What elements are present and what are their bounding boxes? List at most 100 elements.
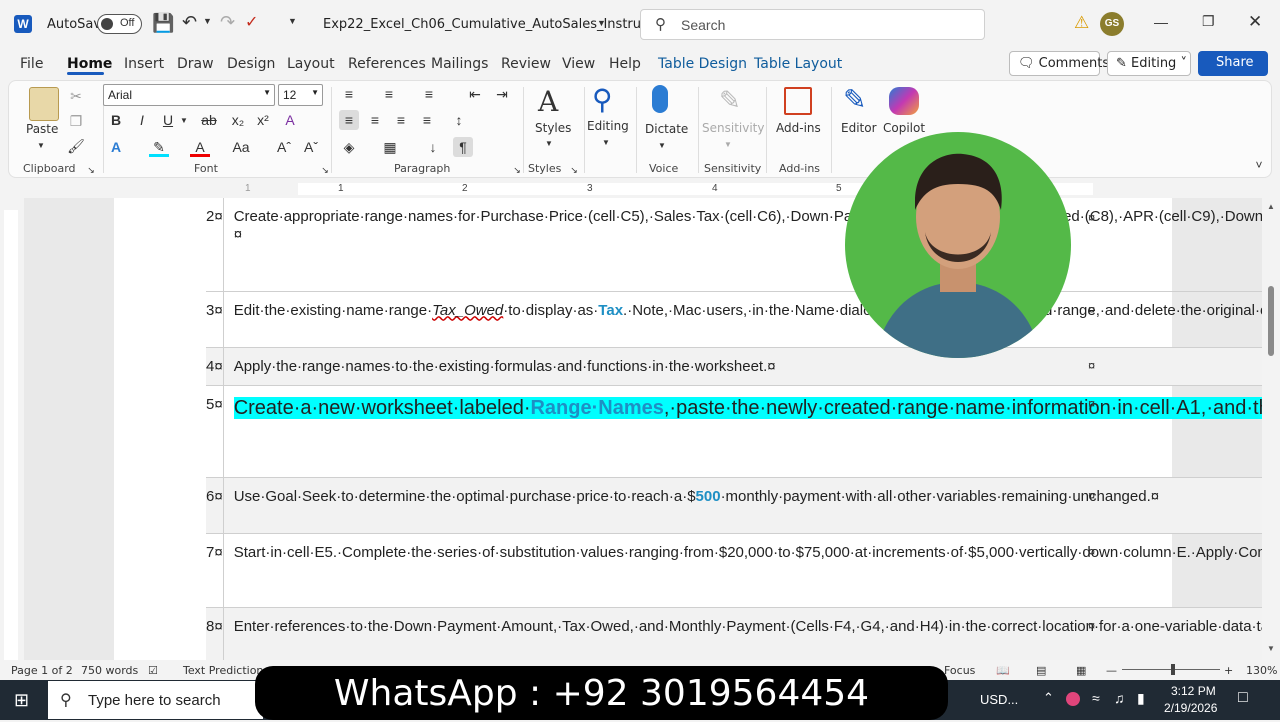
increase-indent-icon[interactable]: ⇥ [492,84,512,104]
step-text[interactable]: Start·in·cell·E5.·Complete·the·series·of… [223,533,1262,607]
table-row[interactable]: 6¤ Use·Goal·Seek·to·determine·the·optima… [206,477,1262,533]
wifi-icon[interactable]: ≈ [1092,690,1100,706]
table-row[interactable]: 2¤ Create·appropriate·range·names·for·Pu… [206,198,1262,291]
sort-icon[interactable]: ↓ [423,137,443,157]
highlight-icon[interactable]: ✎ [149,137,169,157]
redo-icon[interactable]: ↷ [220,12,235,33]
minimize-icon[interactable]: — [1154,14,1168,30]
table-row[interactable]: 7¤ Start·in·cell·E5.·Complete·the·series… [206,533,1262,607]
warning-icon[interactable]: ⚠ [1074,13,1089,33]
styles-launcher-icon[interactable]: ↘ [564,160,584,180]
font-color-icon[interactable]: A [190,137,210,157]
borders-icon[interactable]: ▦ [380,137,400,157]
search-box[interactable]: ⚲ Search [640,9,985,40]
record-icon[interactable] [1066,692,1080,706]
tab-table-layout[interactable]: Table Layout [754,56,842,72]
tab-references[interactable]: References [348,56,426,72]
avatar[interactable]: GS [1100,12,1124,36]
zoom-level[interactable]: 130% [1246,664,1277,677]
sensitivity-button[interactable]: Sensitivity [702,121,764,135]
tab-design[interactable]: Design [227,56,275,72]
font-size-field[interactable]: 12 ▼ [278,84,323,106]
bullets-icon[interactable]: ≡ [339,84,359,104]
tab-draw[interactable]: Draw [177,56,214,72]
align-center-icon[interactable]: ≡ [365,110,385,130]
word-count[interactable]: 750 words [81,664,138,677]
tab-table-design[interactable]: Table Design [658,56,747,72]
customize-dropdown-icon[interactable]: ▼ [288,16,297,26]
scroll-down-icon[interactable]: ▼ [1267,644,1275,653]
editor-icon[interactable]: ✎ [843,83,866,116]
step-text[interactable]: Create·appropriate·range·names·for·Purch… [223,198,1262,291]
vertical-scrollbar[interactable]: ▲ ▼ [1264,198,1280,660]
tab-home[interactable]: Home [67,56,112,72]
align-right-icon[interactable]: ≡ [391,110,411,130]
paste-dropdown-icon[interactable]: ▼ [31,136,51,156]
change-case-icon[interactable]: Aa [231,137,251,157]
collapse-ribbon-icon[interactable]: ˅ [1249,155,1269,175]
focus-button[interactable]: Focus [944,664,975,677]
tab-file[interactable]: File [20,56,43,72]
step-text[interactable]: Enter·references·to·the·Down·Payment·Amo… [223,607,1262,660]
clock-time[interactable]: 3:12 PM [1171,684,1216,698]
table-row[interactable]: 5¤ Create·a·new·worksheet·labeled·Range·… [206,385,1262,477]
microphone-icon[interactable] [652,85,668,113]
underline-dropdown-icon[interactable]: ▼ [174,111,194,131]
sensitivity-icon[interactable]: ✎ [719,85,741,116]
superscript-icon[interactable]: x² [253,110,273,130]
table-row[interactable]: 3¤ Edit·the·existing·name·range·Tax_Owed… [206,291,1262,347]
paste-icon[interactable] [29,87,59,121]
copy-icon[interactable]: ❐ [66,111,86,131]
editing-dropdown-icon[interactable]: ▼ [596,133,616,153]
step-text-highlighted[interactable]: Create·a·new·worksheet·labeled·Range·Nam… [223,385,1262,477]
comments-button[interactable]: 🗨 Comments [1009,51,1109,76]
shading-icon[interactable]: ◈ [339,137,359,157]
clear-formatting-icon[interactable]: A [280,110,300,130]
read-mode-icon[interactable]: 📖 [996,664,1010,677]
volume-icon[interactable]: ♫ [1114,690,1125,706]
zoom-out-icon[interactable]: — [1106,664,1117,677]
cut-icon[interactable]: ✂ [66,86,86,106]
styles-dropdown-icon[interactable]: ▼ [539,134,559,154]
web-layout-icon[interactable]: ▦ [1076,664,1086,677]
tab-help[interactable]: Help [609,56,641,72]
battery-icon[interactable]: ▮ [1137,690,1145,707]
step-text[interactable]: Edit·the·existing·name·range·Tax_Owed·to… [223,291,1262,347]
show-paragraph-marks-icon[interactable]: ¶ [453,137,473,157]
styles-button[interactable]: Styles [535,121,571,135]
step-text[interactable]: Apply·the·range·names·to·the·existing·fo… [223,347,1262,385]
paste-button[interactable]: Paste [26,122,58,136]
tab-mailings[interactable]: Mailings [431,56,488,72]
copilot-button[interactable]: Copilot [883,121,925,135]
editor-button[interactable]: Editor [841,121,877,135]
scroll-up-icon[interactable]: ▲ [1267,202,1275,211]
grow-font-icon[interactable]: Aˆ [274,137,294,157]
subscript-icon[interactable]: x₂ [228,110,248,130]
zoom-slider-thumb[interactable] [1171,664,1175,675]
table-row[interactable]: 8¤ Enter·references·to·the·Down·Payment·… [206,607,1262,660]
tab-view[interactable]: View [562,56,595,72]
notifications-icon[interactable]: □ [1238,689,1248,707]
restore-icon[interactable]: ❐ [1202,13,1215,30]
tab-insert[interactable]: Insert [124,56,164,72]
styles-icon[interactable]: A [538,85,558,118]
autosave-toggle[interactable]: Off [97,14,142,34]
font-name-field[interactable]: Arial ▼ [103,84,275,106]
title-dropdown-icon[interactable]: ▼ [597,18,606,28]
table-row[interactable]: 4¤ Apply·the·range·names·to·the·existing… [206,347,1262,385]
strikethrough-icon[interactable]: ab [199,110,219,130]
line-spacing-icon[interactable]: ↕ [449,110,469,130]
copilot-icon[interactable] [889,87,919,115]
italic-icon[interactable]: I [132,110,152,130]
format-painter-icon[interactable]: 🖌 [66,136,86,156]
text-effects-icon[interactable]: A [106,137,126,157]
print-layout-icon[interactable]: ▤ [1036,664,1046,677]
align-left-icon[interactable]: ≡ [339,110,359,130]
justify-icon[interactable]: ≡ [417,110,437,130]
currency-widget[interactable]: USD... [980,692,1018,707]
decrease-indent-icon[interactable]: ⇤ [465,84,485,104]
clock-date[interactable]: 2/19/2026 [1164,701,1217,715]
close-icon[interactable]: ✕ [1248,12,1262,32]
paragraph-launcher-icon[interactable]: ↘ [507,160,527,180]
editing-button[interactable]: Editing [587,119,629,133]
